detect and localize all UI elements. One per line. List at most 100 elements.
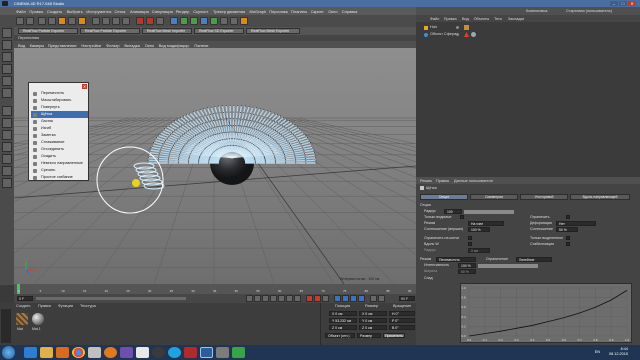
intensity-slider[interactable] [478,264,538,268]
polygons-mode-icon[interactable] [2,88,12,98]
array-button[interactable] [200,17,208,25]
system-clock[interactable]: 8:44 08.12.2015 [609,347,628,357]
attr-menu-edit[interactable]: Правка [436,179,449,183]
hair-tool-menu-item[interactable]: Повернуть [31,104,88,111]
material-swatch-sphere[interactable] [32,313,44,325]
subtab-options[interactable]: Опции [420,194,468,200]
sculpt-mode-icon[interactable] [2,166,12,176]
menu-item[interactable]: Трекер движения [213,9,245,14]
tweak-mode-icon[interactable] [2,118,12,128]
mode2-dropdown[interactable]: Переместить [436,257,476,262]
subtab-symmetry[interactable]: Симметрия [470,194,518,200]
radius-field[interactable]: 100 [444,209,462,214]
object-menu-item[interactable]: Объекты [474,17,490,21]
close-button[interactable]: ✕ [628,1,636,6]
go-to-start-button[interactable] [246,295,253,302]
key-scale-button[interactable] [342,295,349,302]
viewport-menu-item[interactable]: Фильтр [106,43,119,48]
size-z-field[interactable]: Z 0 см [359,325,387,330]
strength-field[interactable]: 0 см [468,248,490,253]
falloff-graph[interactable]: 0.0 0.1 0.2 0.3 0.4 0.5 0.6 0.7 0.8 0.9 1.0 1.0 0.8 0… [460,283,632,343]
viewport-menu-item[interactable]: Вид модифицир. [159,43,190,48]
app-icon[interactable] [184,347,197,358]
viewport-menu-item[interactable]: Панели [194,43,208,48]
viewport-menu-item[interactable]: Вид [18,43,25,48]
reference-field[interactable]: 50 % [556,227,578,232]
timeline-ruler[interactable]: 0 5 10 15 20 25 30 35 40 45 50 55 60 65 70 75 80 85 90 [14,284,416,294]
only-visible-checkbox[interactable] [460,215,464,219]
position-y-field[interactable]: Y 53.232 см [329,318,357,323]
autokey-button[interactable] [314,295,321,302]
hair-material-tag-icon[interactable] [464,25,469,30]
object-menu-item[interactable]: Теги [494,17,502,21]
redo-button[interactable] [26,17,34,25]
y-axis-button[interactable] [102,17,110,25]
end-frame-field[interactable]: 90 F [399,296,415,301]
live-select-button[interactable] [38,17,46,25]
internet-explorer-icon[interactable] [24,347,37,358]
app-icon[interactable] [136,347,149,358]
along-w-checkbox[interactable] [468,242,472,246]
menu-item[interactable]: Рендер [176,9,190,14]
app-icon[interactable] [232,347,245,358]
axis-mode-icon[interactable] [2,106,12,116]
apply-button[interactable]: Применить [383,333,405,338]
rotation-p-field[interactable]: P 0° [389,318,415,323]
only-selected-checkbox[interactable] [566,236,570,240]
rotation-h-field[interactable]: H 0° [389,311,415,316]
attr-menu-mode[interactable]: Режим [420,179,432,183]
lock-icon[interactable] [2,178,12,188]
material-menu-texture[interactable]: Текстура [80,304,96,308]
menu-item[interactable]: Справка [342,9,358,14]
object-menu-item[interactable]: Закладки [508,17,524,21]
mode-dropdown[interactable]: На узел [468,221,504,226]
rotation-b-field[interactable]: B 0° [389,325,415,330]
play-button[interactable] [270,295,277,302]
snap-icon[interactable] [2,130,12,140]
hair-tool-menu-item[interactable]: Срезать [31,167,88,174]
stabilize-checkbox[interactable] [566,242,570,246]
language-indicator[interactable]: EN [595,350,600,354]
points-mode-icon[interactable] [2,64,12,74]
menu-item[interactable]: Скрипт [311,9,324,14]
object-menu-item[interactable]: Вид [462,17,469,21]
object-menu-item[interactable]: Правка [444,17,457,21]
menu-item[interactable]: Анимация [130,9,149,14]
plugin-tab[interactable]: RealFlow Mesh Importer [142,28,192,34]
next-key-button[interactable] [286,295,293,302]
plugin-tab[interactable]: RealFlow SD Exporter [194,28,244,34]
app-icon[interactable] [120,347,133,358]
file-explorer-icon[interactable] [40,347,53,358]
close-icon[interactable]: ✕ [82,84,87,89]
make-editable-icon[interactable] [2,28,12,38]
coord-size-mode-dropdown[interactable]: Размер [357,333,381,338]
skype-icon[interactable] [168,347,181,358]
object-row-hair[interactable]: Hair [416,24,640,31]
menu-item[interactable]: MoGraph [250,9,267,14]
hair-tool-menu-item[interactable]: Переместить [31,90,88,97]
deformer-button[interactable] [210,17,218,25]
plugin-tab[interactable]: RealFlow Particle Exporter [18,28,78,34]
ratio-field[interactable]: 100 % [468,227,490,232]
z-axis-button[interactable] [112,17,120,25]
subtab-curve-angle[interactable]: Угол кривой [520,194,568,200]
material-menu-function[interactable]: Функция [58,304,73,308]
viewport-menu-item[interactable]: Настройки [81,43,101,48]
menu-item[interactable]: Окно [328,9,337,14]
hair-tool-menu-item[interactable]: Масштабировать [31,97,88,104]
menu-item[interactable]: Персонаж [269,9,288,14]
position-z-field[interactable]: Z 0 см [329,325,357,330]
previous-frame-button[interactable] [262,295,269,302]
hair-mode-icon[interactable] [2,154,12,164]
app-icon[interactable] [152,347,165,358]
x-axis-button[interactable] [92,17,100,25]
plugin-tab[interactable]: RealFlow Particle Exporter [80,28,140,34]
object-menu-item[interactable]: Файл [430,17,439,21]
menu-item[interactable]: Инструменты [86,9,111,14]
record-active-button[interactable] [306,295,313,302]
menu-item[interactable]: Симуляция [152,9,173,14]
menu-item[interactable]: Плагины [291,9,307,14]
material-menu-edit[interactable]: Правка [38,304,51,308]
attr-menu-userdata[interactable]: Данные пользователя [454,179,493,183]
rotate-tool-button[interactable] [68,17,76,25]
